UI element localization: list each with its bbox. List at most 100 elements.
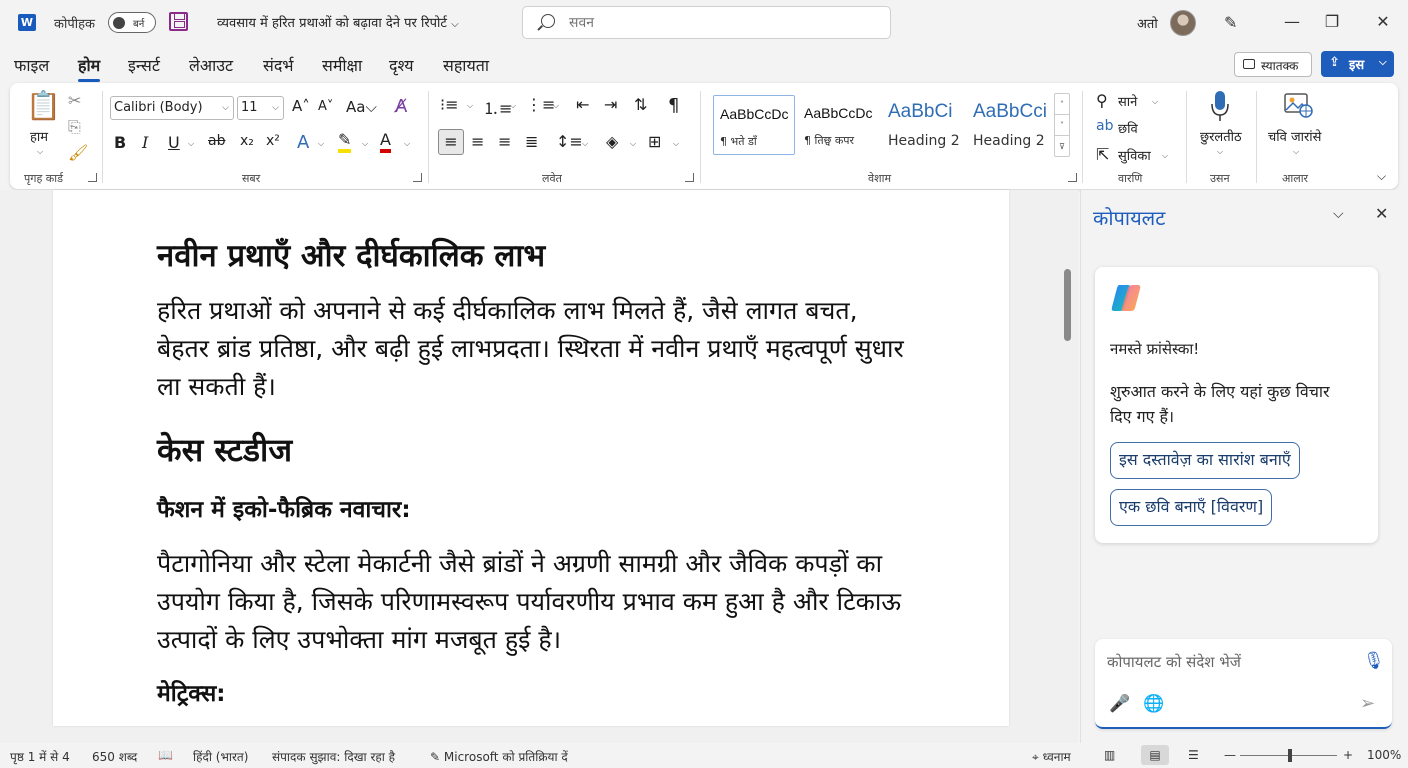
change-case-icon[interactable]: Aa⌵	[346, 98, 377, 116]
close-button[interactable]: ✕	[1371, 10, 1395, 34]
print-layout-icon[interactable]: ▤	[1141, 745, 1169, 765]
cut-icon[interactable]: ✂	[68, 91, 81, 110]
bullets-icon[interactable]: ⁝≡	[440, 95, 459, 114]
web-layout-icon[interactable]: ☰	[1188, 748, 1199, 762]
borders-icon[interactable]: ⊞	[648, 132, 661, 151]
highlight-icon[interactable]: ✎	[338, 131, 352, 153]
read-mode-icon[interactable]: ▥	[1104, 748, 1115, 762]
replace-icon[interactable]: ab	[1096, 118, 1113, 134]
suggestion-summarize-button[interactable]: इस दस्तावेज़ का सारांश बनाएँ	[1110, 442, 1300, 479]
copy-icon[interactable]: ⎘	[68, 117, 81, 137]
save-icon[interactable]	[169, 12, 188, 31]
tab-home[interactable]: होम	[78, 54, 101, 82]
collapse-ribbon-icon[interactable]: ⌵	[1377, 169, 1386, 184]
zoom-out-icon[interactable]: —	[1224, 748, 1236, 762]
shrink-font-icon[interactable]: A˅	[318, 99, 333, 114]
select-icon[interactable]: ⇱	[1096, 145, 1109, 164]
minimize-button[interactable]: —	[1280, 10, 1304, 34]
globe-icon[interactable]: 🌐	[1143, 694, 1164, 714]
paste-icon[interactable]: 📋	[26, 89, 61, 123]
dictate-icon[interactable]	[1210, 89, 1230, 123]
avatar[interactable]	[1170, 10, 1196, 36]
zoom-slider-thumb[interactable]	[1288, 749, 1292, 762]
book-icon[interactable]: 📖	[158, 748, 173, 762]
dialog-launcher-icon[interactable]	[685, 173, 694, 182]
close-icon[interactable]: ✕	[1375, 204, 1388, 223]
more-icon[interactable]: ⊽	[1055, 136, 1069, 157]
autosave-toggle[interactable]: बर्न	[108, 12, 156, 33]
style-no-spacing[interactable]: AaBbCcDc ¶ तिछ्व कपर	[798, 95, 880, 155]
tab-help[interactable]: सहायता	[443, 54, 489, 76]
justify-icon[interactable]: ≣	[525, 132, 538, 151]
zoom-level[interactable]: 100%	[1367, 748, 1401, 762]
tab-review[interactable]: समीक्षा	[322, 54, 362, 76]
zoom-in-icon[interactable]: +	[1343, 748, 1353, 762]
page-count[interactable]: पृष्ठ 1 में से 4	[10, 748, 70, 765]
restore-button[interactable]: ❐	[1320, 10, 1344, 34]
language-status[interactable]: हिंदी (भारत)	[193, 748, 248, 765]
image-icon[interactable]	[1282, 89, 1314, 121]
document-page[interactable]: नवीन प्रथाएँ और दीर्घकालिक लाभ हरित प्रथ…	[53, 190, 1009, 726]
dialog-launcher-icon[interactable]	[413, 173, 422, 182]
style-heading-b[interactable]: AaBbCci Heading 2	[967, 95, 1049, 155]
clear-formatting-icon[interactable]: A̸	[395, 96, 407, 117]
dialog-launcher-icon[interactable]	[1068, 173, 1077, 182]
grow-font-icon[interactable]: A˄	[292, 97, 310, 115]
shading-icon[interactable]: ◈	[606, 132, 618, 151]
underline-icon[interactable]: U	[168, 133, 180, 152]
style-normal[interactable]: AaBbCcDc ¶ भते डॉं	[713, 95, 795, 155]
style-heading-a[interactable]: AaBbCi Heading 2	[882, 95, 964, 155]
chevron-down-icon[interactable]: ˅	[1055, 115, 1069, 136]
paste-label[interactable]: हाम	[30, 127, 48, 145]
find-label[interactable]: साने	[1118, 92, 1137, 110]
search-input[interactable]	[569, 13, 869, 33]
vertical-scrollbar[interactable]	[1064, 269, 1071, 341]
text-effects-icon[interactable]: A	[297, 132, 309, 153]
pen-icon[interactable]: ✎	[1224, 13, 1242, 32]
focus-mode[interactable]: ⌖ ध्वनाम	[1032, 748, 1071, 765]
strikethrough-icon[interactable]: ab	[208, 133, 225, 149]
dialog-launcher-icon[interactable]	[88, 173, 97, 182]
addins-label[interactable]: चवि जारांसे	[1268, 127, 1321, 145]
numbering-icon[interactable]: ⒈≡	[483, 95, 512, 119]
align-left-icon[interactable]: ≡	[438, 129, 464, 155]
user-name[interactable]: अतो	[1137, 14, 1158, 32]
subscript-icon[interactable]: x₂	[240, 133, 254, 149]
word-count[interactable]: 650 शब्द	[92, 748, 137, 765]
voice-prompt-icon[interactable]: 🎤	[1109, 694, 1130, 714]
tab-references[interactable]: संदर्भ	[263, 54, 294, 76]
pilcrow-icon[interactable]: ¶	[668, 95, 679, 116]
tab-layout[interactable]: लेआउट	[189, 54, 233, 76]
share-button[interactable]: ⇪ इस ⌵	[1321, 51, 1394, 77]
multilevel-list-icon[interactable]: ⋮≡	[526, 95, 555, 114]
select-label[interactable]: सुविका	[1118, 146, 1151, 164]
tab-file[interactable]: फाइल	[14, 54, 49, 76]
dictate-label[interactable]: छुरलतीठ	[1200, 127, 1242, 145]
feedback-link[interactable]: ✎ Microsoft को प्रतिक्रिया दें	[430, 748, 568, 765]
copilot-input-placeholder[interactable]: कोपायलट को संदेश भेजें	[1107, 652, 1241, 672]
chevron-up-icon[interactable]: ˄	[1055, 94, 1069, 115]
decrease-indent-icon[interactable]: ⇤	[576, 95, 589, 114]
comments-button[interactable]: स्यातक्क	[1234, 52, 1312, 77]
search-box[interactable]	[522, 6, 891, 39]
chevron-down-icon[interactable]: ⌵	[1333, 206, 1344, 222]
increase-indent-icon[interactable]: ⇥	[604, 95, 617, 114]
tab-view[interactable]: दृश्य	[389, 54, 414, 76]
italic-icon[interactable]: I	[142, 133, 148, 152]
editor-suggestions[interactable]: संपादक सुझाव: दिखा रहा है	[272, 748, 395, 765]
align-right-icon[interactable]: ≡	[498, 132, 511, 151]
line-spacing-icon[interactable]: ↕≡	[556, 132, 583, 151]
font-family-select[interactable]: Calibri (Body) ⌵	[110, 96, 234, 120]
styles-gallery-scroll[interactable]: ˄ ˅ ⊽	[1054, 93, 1070, 157]
suggestion-create-image-button[interactable]: एक छवि बनाएँ [विवरण]	[1110, 489, 1273, 526]
bold-icon[interactable]: B	[114, 133, 126, 152]
copilot-message-box[interactable]: कोपायलट को संदेश भेजें 🎙 🎤 🌐 ➢	[1095, 639, 1392, 729]
document-title[interactable]: व्यवसाय में हरित प्रथाओं को बढ़ावा देने …	[217, 13, 459, 31]
find-icon[interactable]: ⚲	[1096, 91, 1108, 110]
superscript-icon[interactable]: x²	[266, 133, 280, 149]
font-size-select[interactable]: 11 ⌵	[237, 96, 284, 120]
tab-insert[interactable]: इन्सर्ट	[128, 54, 160, 76]
font-color-icon[interactable]: A	[380, 131, 391, 153]
align-center-icon[interactable]: ≡	[471, 132, 484, 151]
send-icon[interactable]: ➢	[1360, 693, 1375, 714]
